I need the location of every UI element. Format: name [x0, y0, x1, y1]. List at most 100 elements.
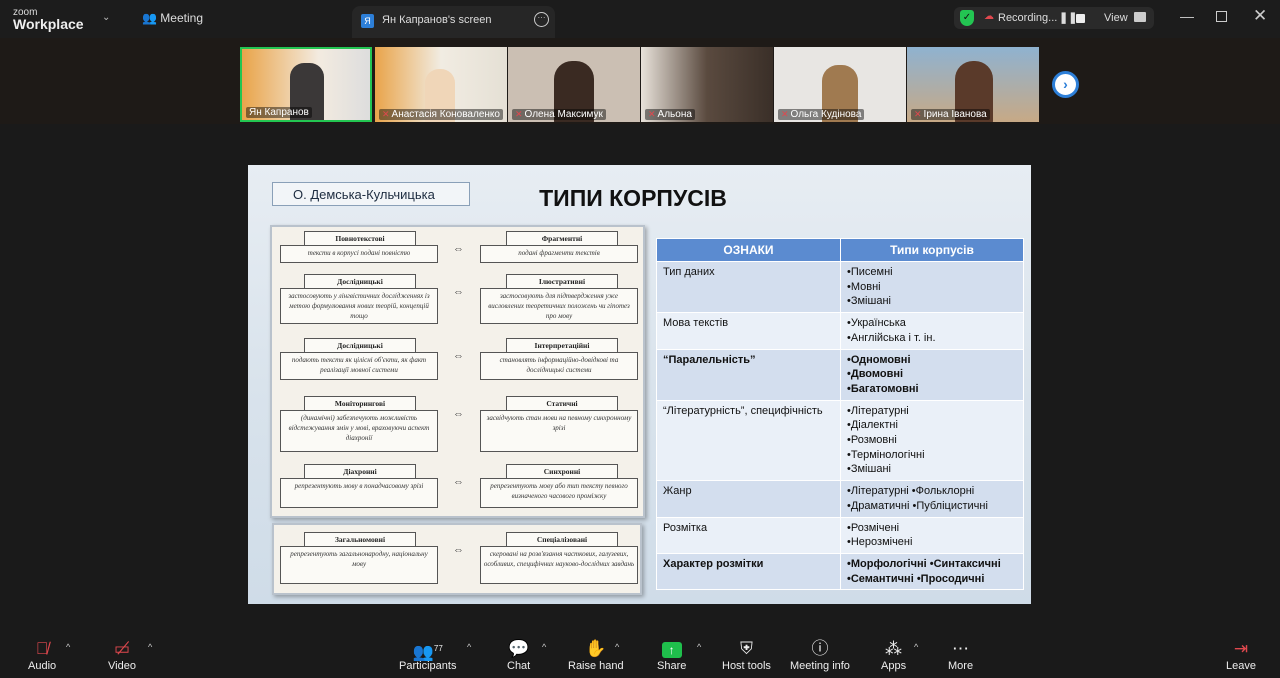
participant-tile[interactable]: ✕ Альона — [641, 47, 773, 122]
corpus-type-description: подають тексти як цілісні об'єкти, як фа… — [280, 352, 438, 380]
feature-cell: Розмітка — [656, 516, 841, 554]
mic-muted-icon: ✕ — [515, 109, 523, 119]
more-options-icon[interactable]: ··· — [534, 12, 549, 27]
corpus-type-description: застосовують у лінгвістичних дослідження… — [280, 288, 438, 324]
table-header: Типи корпусів — [840, 238, 1024, 262]
meeting-toolbar: 🎙̸ Audio ^ ▭̸ Video ^ 👥77 Participants ^ 💬 C… — [0, 630, 1280, 678]
share-button[interactable]: ↑ Share — [657, 638, 686, 672]
video-button[interactable]: ▭̸ Video — [108, 638, 136, 672]
leave-label: Leave — [1226, 660, 1256, 672]
participant-name: Альона — [657, 109, 692, 120]
chat-options-caret[interactable]: ^ — [542, 642, 546, 652]
types-cell: •Писемні •Мовні •Змішані — [840, 260, 1024, 314]
participant-tile[interactable]: ✕ Анастасія Коноваленко — [375, 47, 507, 122]
bidirectional-arrow-icon: ⇔ — [453, 544, 464, 556]
corpus-type-heading: Статичні — [506, 396, 618, 410]
shield-icon: ⛨ — [740, 639, 753, 658]
pause-recording-icon[interactable]: ❚❚ — [1059, 11, 1077, 24]
audio-label: Audio — [28, 660, 57, 672]
screen-share-tab[interactable]: Я Ян Капранов's screen ··· — [352, 6, 555, 38]
corpus-type-description: становлять інформаційно-довідкові та дос… — [480, 352, 638, 380]
bidirectional-arrow-icon: ⇔ — [453, 243, 464, 255]
corpus-type-description: засвідчують стан мови на певному синхрон… — [480, 410, 638, 452]
apps-icon: ⁂ — [885, 639, 903, 658]
chat-button[interactable]: 💬 Chat — [507, 638, 530, 672]
feature-cell: Тип даних — [656, 260, 841, 314]
participants-options-caret[interactable]: ^ — [467, 642, 471, 652]
participant-name: Ольга Кудінова — [790, 109, 862, 120]
table-row: Мова текстів •Українська •Англійська і т.… — [656, 312, 1024, 350]
participant-tile[interactable]: Ян Капранов — [240, 47, 372, 122]
security-shield-icon[interactable]: ✓ — [960, 10, 974, 26]
participant-name: Анастасія Коноваленко — [391, 109, 500, 120]
corpus-type-heading: Фрагментні — [506, 231, 618, 245]
participant-tile[interactable]: ✕ Олена Максимук — [508, 47, 640, 122]
participants-label: Participants — [399, 660, 457, 672]
recording-label: Recording... — [998, 12, 1058, 24]
table-row: Тип даних •Писемні •Мовні •Змішані — [656, 260, 1024, 314]
participant-tile[interactable]: ✕ Ольга Кудінова — [774, 47, 906, 122]
apps-options-caret[interactable]: ^ — [914, 642, 918, 652]
close-button[interactable]: ✕ — [1253, 6, 1267, 26]
corpus-type-heading: Дослідницькі — [304, 274, 416, 288]
apps-button[interactable]: ⁂ Apps — [881, 638, 906, 672]
more-button[interactable]: ⋯ More — [948, 638, 973, 672]
corpus-type-description: репрезентують загальнонародну, національ… — [280, 546, 438, 584]
feature-cell: “Літературність”, специфічність — [656, 399, 841, 482]
video-options-caret[interactable]: ^ — [148, 642, 152, 652]
corpus-type-heading: Ілюстративні — [506, 274, 618, 288]
corpus-type-heading: Синхронні — [506, 464, 618, 478]
meeting-info-button[interactable]: ⓘ Meeting info — [790, 638, 850, 672]
minimize-button[interactable]: — — [1180, 8, 1194, 24]
host-tools-label: Host tools — [722, 660, 771, 672]
types-cell: •Літературні •Фольклорні •Драматичні •Пу… — [840, 480, 1024, 518]
mic-muted-icon: ✕ — [382, 109, 390, 119]
audio-button[interactable]: 🎙̸ Audio — [28, 638, 56, 672]
corpus-type-heading: Діахронні — [304, 464, 416, 478]
host-tools-button[interactable]: ⛨ Host tools — [722, 638, 771, 672]
view-grid-icon — [1134, 12, 1146, 22]
leave-icon: ⇥ — [1233, 639, 1249, 658]
share-options-caret[interactable]: ^ — [697, 642, 701, 652]
next-participants-button[interactable]: › — [1052, 71, 1079, 98]
bidirectional-arrow-icon: ⇔ — [453, 408, 464, 420]
info-icon: ⓘ — [811, 639, 829, 658]
view-button[interactable]: View — [1104, 12, 1128, 24]
stop-recording-icon[interactable] — [1076, 14, 1085, 23]
feature-cell: Мова текстів — [656, 312, 841, 350]
mic-muted-icon: ✕ — [781, 109, 789, 119]
corpus-type-heading: Дослідницькі — [304, 338, 416, 352]
mic-muted-icon: 🎙̸ — [35, 639, 49, 658]
table-header: ОЗНАКИ — [656, 238, 841, 262]
share-label: Share — [657, 660, 687, 672]
participants-count: 77 — [433, 644, 443, 653]
restore-button[interactable] — [1216, 11, 1227, 22]
audio-options-caret[interactable]: ^ — [66, 642, 70, 652]
corpus-type-description: репрезентують мову або тип тексту певног… — [480, 478, 638, 508]
bidirectional-arrow-icon: ⇔ — [453, 286, 464, 298]
table-row: Характер розмітки •Морфологічні •Синтакси… — [656, 552, 1024, 591]
participant-name: Олена Максимук — [524, 109, 603, 120]
table-row: Розмітка •Розмічені •Нерозмічені — [656, 516, 1024, 554]
corpus-type-description: тексти в корпусі подані повністю — [280, 245, 438, 263]
mic-muted-icon: ✕ — [648, 109, 656, 119]
participant-name: Ірина Іванова — [923, 109, 987, 120]
types-cell: •Морфологічні •Синтаксичні •Семантичні •… — [840, 552, 1024, 591]
people-icon: 👥 — [142, 11, 157, 25]
sharer-avatar: Я — [361, 14, 374, 28]
participant-tile[interactable]: ✕ Ірина Іванова — [907, 47, 1039, 122]
feature-cell: Жанр — [656, 480, 841, 518]
leave-button[interactable]: ⇥ Leave — [1226, 638, 1256, 672]
participants-button[interactable]: 👥77 Participants — [399, 638, 456, 672]
slide-title: ТИПИ КОРПУСІВ — [539, 185, 727, 211]
meeting-tab[interactable]: 👥 Meeting — [142, 11, 203, 25]
slide-author: О. Демська-Кульчицька — [272, 182, 470, 206]
share-screen-icon: ↑ — [661, 642, 682, 658]
video-off-icon: ▭̸ — [113, 639, 130, 658]
chevron-down-icon[interactable]: ⌄ — [102, 12, 110, 23]
zoom-logo: Workplace — [13, 16, 84, 32]
cloud-record-icon: ☁ — [984, 11, 994, 22]
reactions-options-caret[interactable]: ^ — [615, 642, 619, 652]
video-label: Video — [108, 660, 136, 672]
corpus-type-description: скеровані на розв'язання часткових, галу… — [480, 546, 638, 584]
